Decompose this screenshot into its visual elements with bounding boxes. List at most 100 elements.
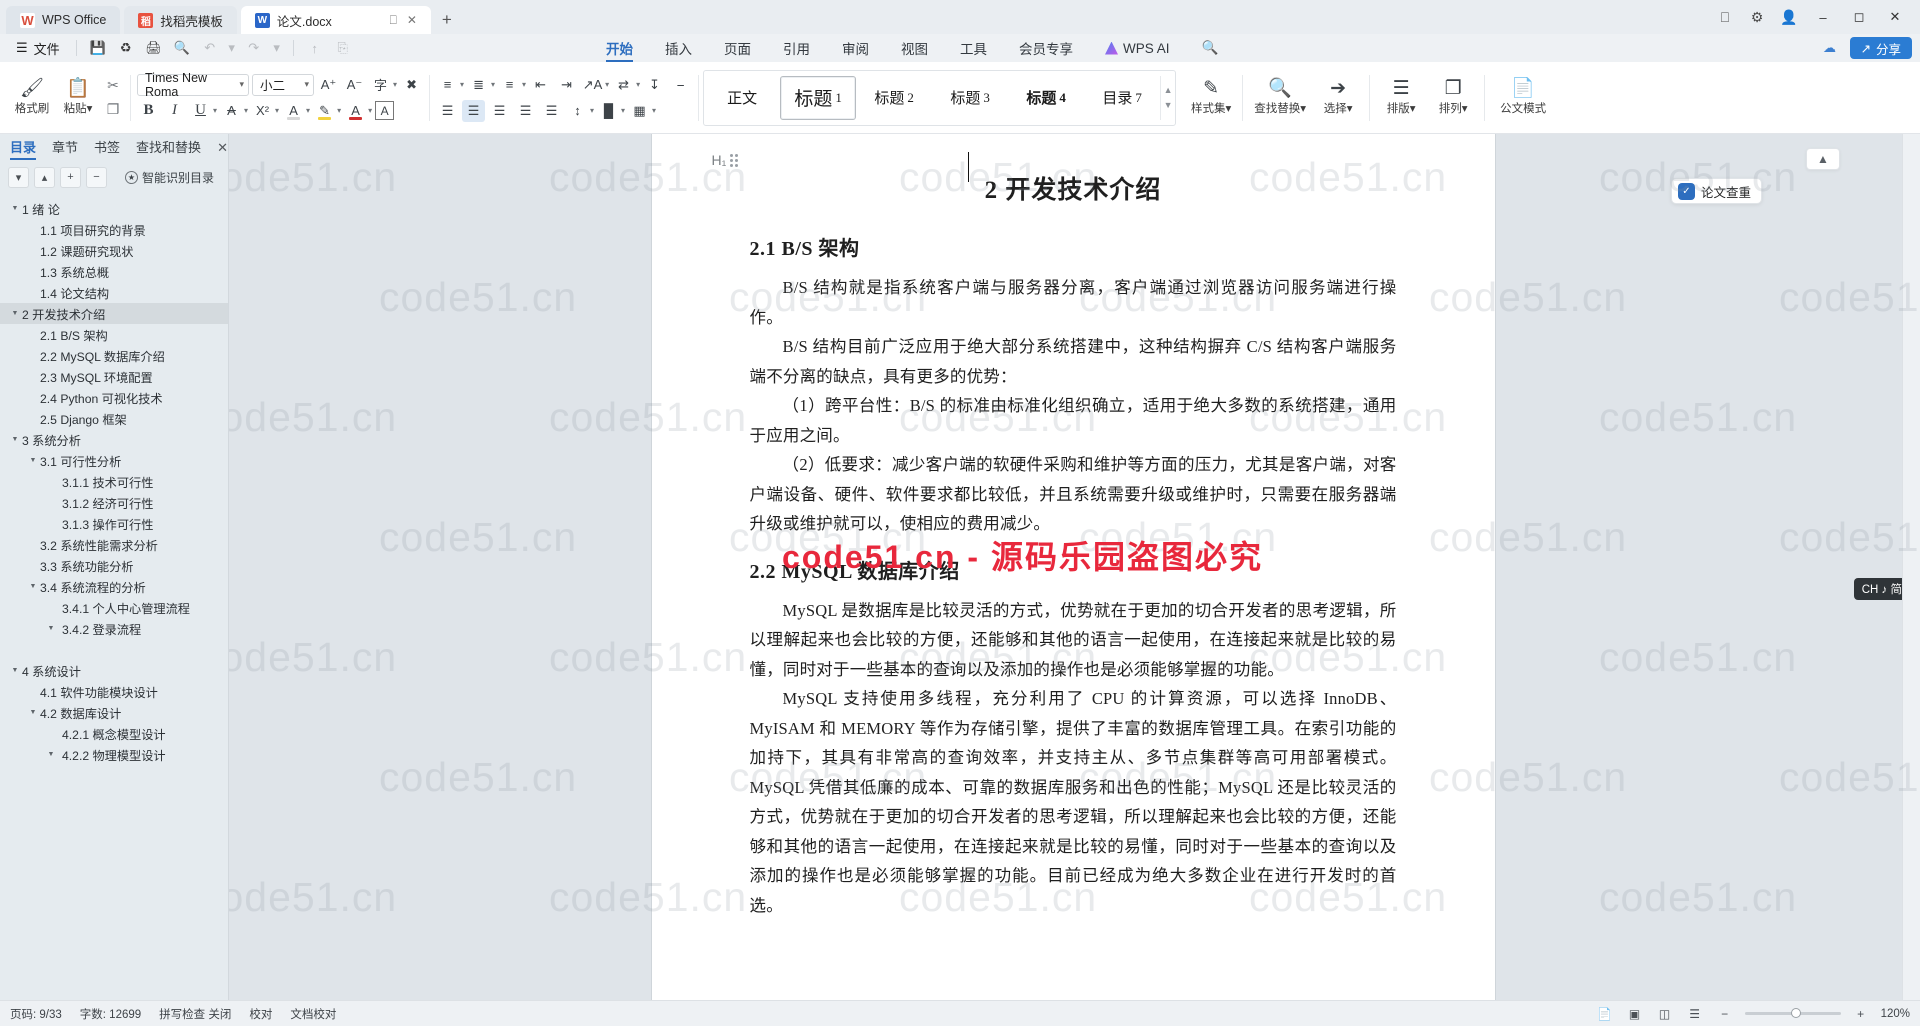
tab-close-icon[interactable]: ✕ <box>407 13 417 27</box>
style-set-button[interactable]: ✎ 样式集▾ <box>1185 67 1237 129</box>
style-item-heading-3[interactable]: 标题 3 <box>932 76 1008 120</box>
ribbon-tab-review[interactable]: 审阅 <box>826 34 885 62</box>
maximize-button[interactable]: ◻ <box>1842 0 1876 34</box>
outline-list[interactable]: ▼ 1 绪 论 1.1 项目研究的背景 1.2 课题研究现状 1.3 系统总概 1.4 论… <box>0 192 228 1000</box>
cloud-sync-icon[interactable]: ☁ <box>1818 37 1842 59</box>
output-icon[interactable]: ⎘ <box>330 37 356 59</box>
bold-button[interactable]: B <box>137 100 160 122</box>
italic-button[interactable]: I <box>163 100 186 122</box>
chevron-down-icon[interactable]: ▾ <box>491 80 495 89</box>
justify-icon[interactable]: ☰ <box>514 100 537 122</box>
tab-docer-template[interactable]: 稻 找稻壳模板 <box>124 6 237 34</box>
print-preview-icon[interactable]: 🔍 <box>169 37 195 59</box>
up-arrow-icon[interactable]: ↑ <box>302 37 328 59</box>
chevron-down-icon[interactable]: ▾ <box>605 80 609 89</box>
spellcheck-status[interactable]: 拼写检查 关闭 <box>159 1006 231 1022</box>
settings-gear-icon[interactable]: ⚙ <box>1742 4 1772 30</box>
outline-item[interactable]: 3.1.3 操作可行性 <box>0 513 228 534</box>
plagiarism-check-card[interactable]: ✓ 论文查重 <box>1670 178 1762 204</box>
find-replace-button[interactable]: 🔍 查找替换▾ <box>1248 67 1312 129</box>
user-avatar[interactable]: 👤 <box>1774 4 1804 30</box>
ribbon-tab-start[interactable]: 开始 <box>590 34 649 62</box>
zoom-slider-knob[interactable] <box>1790 1008 1801 1018</box>
expand-up-button[interactable]: ▴ <box>34 166 55 188</box>
page-scroll-region[interactable]: H₁ 2 开发技术介绍 2.1 B/S 架构 B/S 结构就是指系统客户端与服务器… <box>229 134 1920 1000</box>
customize-quick-access-icon[interactable]: ▾ <box>269 37 285 59</box>
collapse-ribbon-button[interactable]: ▲ <box>1806 148 1840 170</box>
smart-outline-button[interactable]: ★ 智能识别目录 <box>119 167 220 188</box>
outline-item[interactable]: 1.2 课题研究现状 <box>0 240 228 261</box>
outline-item[interactable]: ▼ 1 绪 论 <box>0 198 228 219</box>
chevron-down-icon[interactable]: ▼ <box>26 583 40 590</box>
zoom-level[interactable]: 120% <box>1881 1008 1910 1020</box>
outline-item[interactable]: ▼ 4.2 数据库设计 <box>0 702 228 723</box>
clear-format-icon[interactable]: ✖ <box>400 74 423 96</box>
character-border-icon[interactable]: A <box>375 101 395 120</box>
scissors-icon[interactable]: ✂ <box>101 75 125 97</box>
pinyin-guide-icon[interactable]: 字 <box>369 74 392 96</box>
show-paragraph-marks-icon[interactable]: ⎯ <box>669 74 692 96</box>
outline-item[interactable]: ▼ 4 系统设计 <box>0 660 228 681</box>
chevron-down-icon[interactable]: ▾ <box>368 106 372 115</box>
share-button[interactable]: ↗ 分享 <box>1849 37 1912 59</box>
chevron-up-icon[interactable]: ▲ <box>1164 85 1173 95</box>
ribbon-tab-view[interactable]: 视图 <box>885 34 944 62</box>
paste-button[interactable]: 📋 粘贴▾ <box>55 67 101 129</box>
chevron-down-icon[interactable]: ▼ <box>1164 100 1173 110</box>
outline-item[interactable]: 3.2 系统性能需求分析 <box>0 534 228 555</box>
distribute-icon[interactable]: ☰ <box>540 100 563 122</box>
outline-item[interactable]: 2.5 Django 框架 <box>0 408 228 429</box>
full-screen-icon[interactable]: ▣ <box>1625 1005 1645 1023</box>
official-doc-mode-button[interactable]: 📄 公文模式 <box>1490 67 1556 129</box>
doc-mode-button[interactable]: 文档校对 <box>290 1006 336 1022</box>
nav-tab-outline[interactable]: 目录 <box>10 137 37 160</box>
align-center-icon[interactable]: ☰ <box>462 99 486 122</box>
outline-item[interactable]: 4.1 软件功能模块设计 <box>0 681 228 702</box>
font-family-select[interactable]: Times New Roma ▾ <box>137 71 249 99</box>
line-spacing-icon[interactable]: ⇄ <box>612 74 635 96</box>
zoom-in-button[interactable]: + <box>1851 1005 1871 1023</box>
save-icon[interactable]: 💾 <box>85 37 111 59</box>
close-button[interactable]: ✕ <box>1878 0 1912 34</box>
font-color-icon[interactable]: A <box>344 100 367 122</box>
undo-icon[interactable]: ↶ <box>197 37 223 59</box>
grow-font-icon[interactable]: A⁺ <box>317 74 340 96</box>
zoom-slider[interactable] <box>1744 1008 1841 1018</box>
outline-item[interactable]: 3.1.1 技术可行性 <box>0 471 228 492</box>
highlight-color-icon[interactable]: ✎ <box>313 100 336 122</box>
word-count[interactable]: 字数: 12699 <box>80 1006 141 1022</box>
proof-button[interactable]: 校对 <box>249 1006 272 1022</box>
chevron-down-icon[interactable]: ▾ <box>460 80 464 89</box>
chevron-down-icon[interactable]: ▼ <box>44 751 58 758</box>
align-left-icon[interactable]: ☰ <box>436 100 459 122</box>
chevron-down-icon[interactable]: ▾ <box>213 106 217 115</box>
tab-wps-office[interactable]: W WPS Office <box>6 6 121 34</box>
file-menu-button[interactable]: ☰ 文件 <box>8 37 68 60</box>
minimize-button[interactable]: – <box>1806 0 1840 34</box>
style-item-heading-1[interactable]: 标题 1 <box>780 75 857 120</box>
outline-item[interactable]: ▼ 4.2.2 物理模型设计 <box>0 744 228 765</box>
chevron-down-icon[interactable]: ▼ <box>44 625 58 632</box>
chevron-down-icon[interactable]: ▼ <box>26 457 40 464</box>
outline-item[interactable]: 2.4 Python 可视化技术 <box>0 387 228 408</box>
chevron-down-icon[interactable]: ▾ <box>636 80 640 89</box>
chevron-down-icon[interactable]: ▾ <box>275 106 279 115</box>
decrease-level-button[interactable]: − <box>86 166 107 188</box>
expand-down-button[interactable]: ▾ <box>8 166 29 188</box>
outline-item[interactable]: ▼ 2 开发技术介绍 <box>0 303 228 324</box>
outline-item[interactable]: 1.4 论文结构 <box>0 282 228 303</box>
new-tab-button[interactable]: + <box>435 8 459 32</box>
outline-item[interactable]: 2.2 MySQL 数据库介绍 <box>0 345 228 366</box>
style-item-heading-2[interactable]: 标题 2 <box>856 76 932 120</box>
outline-item[interactable]: 1.1 项目研究的背景 <box>0 219 228 240</box>
ribbon-tab-member[interactable]: 会员专享 <box>1003 34 1089 62</box>
style-item-heading-4[interactable]: 标题 4 <box>1008 76 1084 120</box>
arrange-button[interactable]: ❐ 排列▾ <box>1427 67 1479 129</box>
align-right-icon[interactable]: ☰ <box>488 100 511 122</box>
outline-item[interactable]: 3.4.1 个人中心管理流程 <box>0 597 228 618</box>
style-item-body[interactable]: 正文 <box>704 76 780 120</box>
sort-icon[interactable]: ↧ <box>643 74 666 96</box>
borders-icon[interactable]: ▦ <box>628 100 651 122</box>
ribbon-tab-insert[interactable]: 插入 <box>649 34 708 62</box>
chevron-down-icon[interactable]: ▼ <box>8 667 22 674</box>
